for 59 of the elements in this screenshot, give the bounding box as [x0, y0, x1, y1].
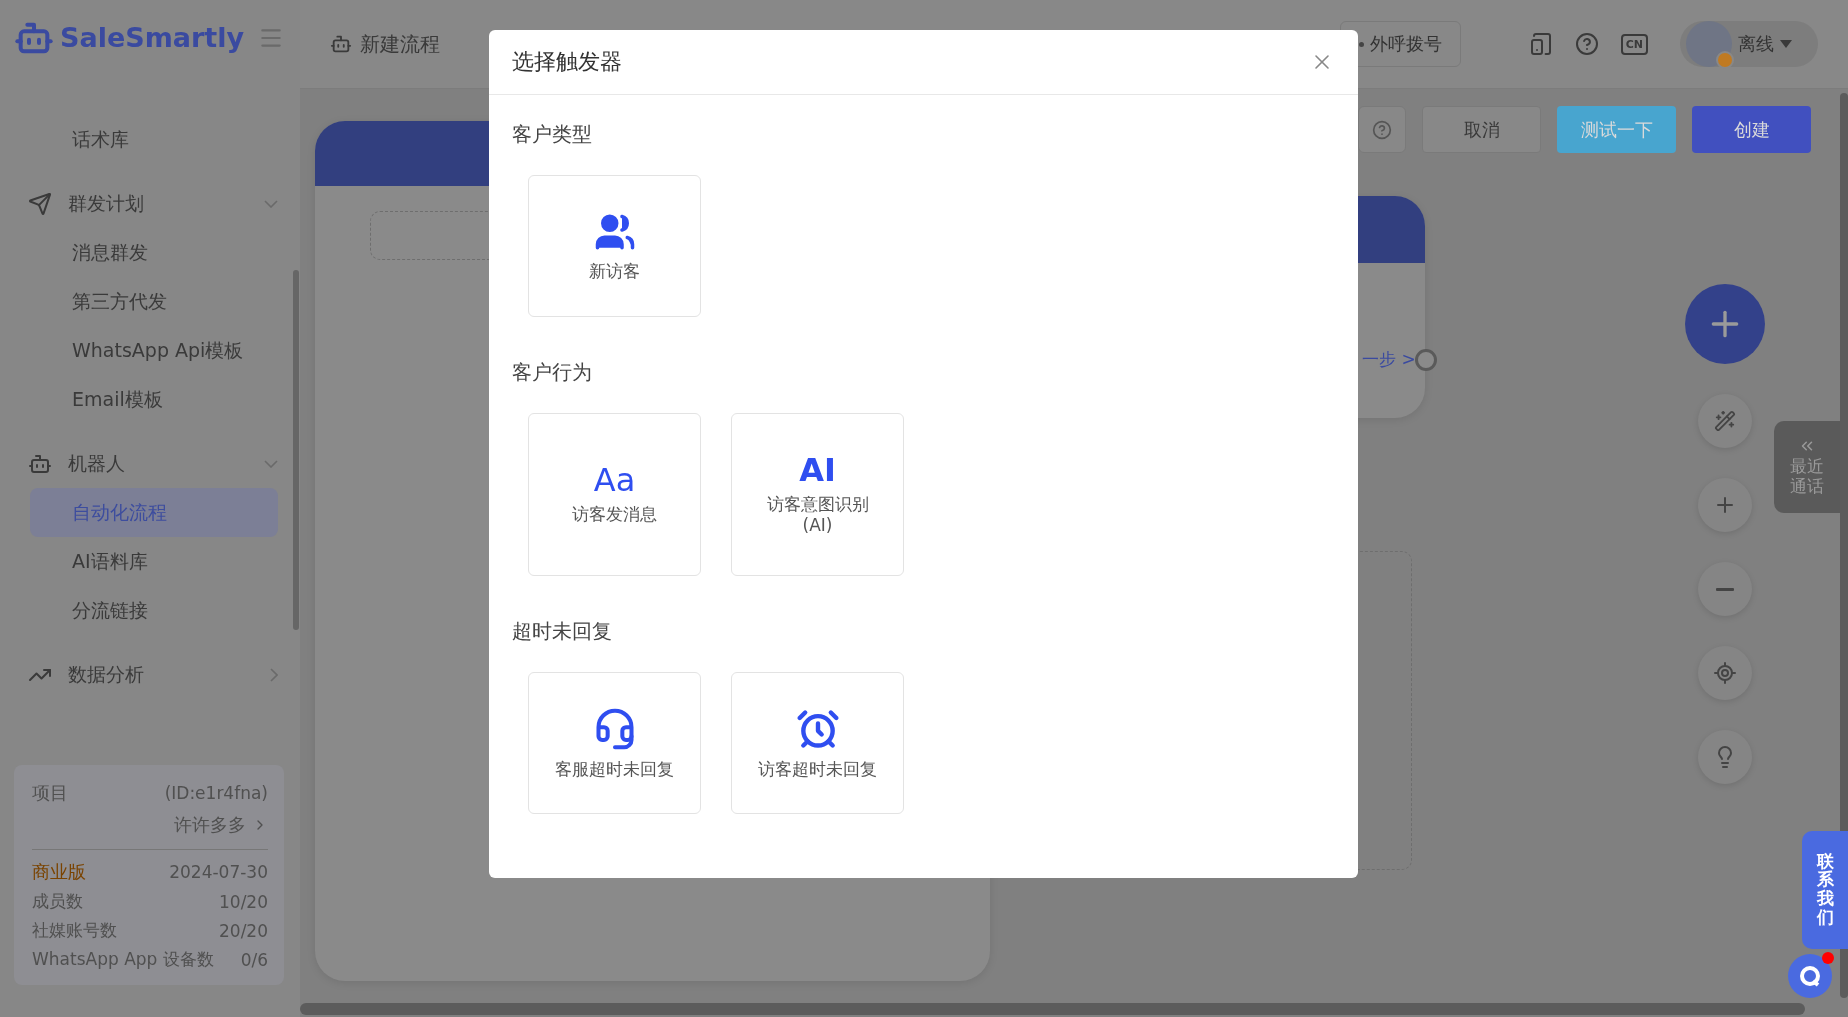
menu-group[interactable]: 机器人 [68, 450, 248, 477]
section-title: 客户类型 [512, 121, 593, 148]
project-label: 项目 [32, 781, 68, 805]
section-title: 超时未回复 [512, 618, 613, 645]
scrollbar-thumb[interactable] [293, 270, 299, 630]
quota-label: WhatsApp App 设备数 [32, 948, 214, 971]
help-icon [1372, 119, 1392, 140]
trigger-option[interactable]: AI 访客意图识别 (AI) [731, 413, 904, 576]
trigger-option[interactable]: Aa 访客发消息 [528, 413, 701, 576]
logo-text: SaleSmartly [60, 22, 245, 53]
devices-icon[interactable] [1528, 32, 1553, 56]
language-icon[interactable]: CN [1620, 33, 1648, 55]
glyph-icon: Aa [593, 464, 636, 497]
recent-calls-tab[interactable]: 最近通话 [1774, 421, 1840, 513]
menu-item[interactable]: 第三方代发 [30, 277, 278, 326]
contact-tab[interactable]: 联系我们 [1802, 831, 1848, 949]
menu-item[interactable]: AI语料库 [30, 537, 278, 586]
minus-icon [1716, 587, 1734, 591]
section-title: 客户行为 [512, 359, 593, 386]
menu-group[interactable]: 数据分析 [68, 661, 254, 688]
caret-icon [1780, 40, 1792, 48]
menu-group[interactable]: 群发计划 [68, 190, 248, 217]
chat-icon [1799, 965, 1821, 987]
owner-link[interactable]: 许许多多 [174, 813, 246, 837]
trigger-option[interactable]: 新访客 [528, 175, 701, 317]
help-button[interactable] [1358, 106, 1406, 153]
trigger-option[interactable]: 客服超时未回复 [528, 672, 701, 814]
toolbar-button[interactable]: 取消 [1422, 106, 1541, 153]
page-title: 新建流程 [360, 30, 441, 58]
avatar [1686, 21, 1732, 67]
menu-item[interactable]: 消息群发 [30, 228, 278, 277]
locate-icon [1713, 661, 1737, 685]
plan-name: 商业版 [32, 860, 86, 884]
scrollbar-thumb[interactable] [300, 1003, 1805, 1015]
menu-item[interactable]: 自动化流程 [30, 488, 278, 537]
quota-label: 社媒账号数 [32, 919, 117, 942]
glyph-icon: AI [799, 454, 836, 487]
quota-value: 0/6 [240, 949, 268, 970]
dialog-title: 选择触发器 [512, 48, 622, 76]
project-id: (ID:e1r4fna) [164, 783, 268, 803]
quota-value: 10/20 [219, 891, 268, 912]
next-step-link[interactable]: 一步 > [1362, 348, 1416, 371]
robot-icon [330, 33, 352, 55]
node-port[interactable] [1415, 349, 1437, 371]
help-icon[interactable] [1574, 32, 1599, 56]
send-icon [28, 191, 52, 216]
magic-wand-icon [1714, 410, 1736, 432]
quota-value: 20/20 [219, 920, 268, 941]
chat-button[interactable] [1788, 954, 1832, 998]
quota-label: 成员数 [32, 890, 83, 913]
toolbar-button[interactable]: 创建 [1692, 106, 1811, 153]
menu-item[interactable]: 话术库 [30, 115, 278, 164]
menu-item[interactable]: 分流链接 [30, 586, 278, 635]
menu-item[interactable]: Email模板 [30, 375, 278, 424]
trigger-option[interactable]: 访客超时未回复 [731, 672, 904, 814]
menu-item[interactable]: WhatsApp Api模板 [30, 326, 278, 375]
expiry-date: 2024-07-30 [169, 862, 268, 882]
toolbar-button[interactable]: 测试一下 [1557, 106, 1676, 153]
user-menu[interactable]: 离线 [1680, 21, 1818, 67]
